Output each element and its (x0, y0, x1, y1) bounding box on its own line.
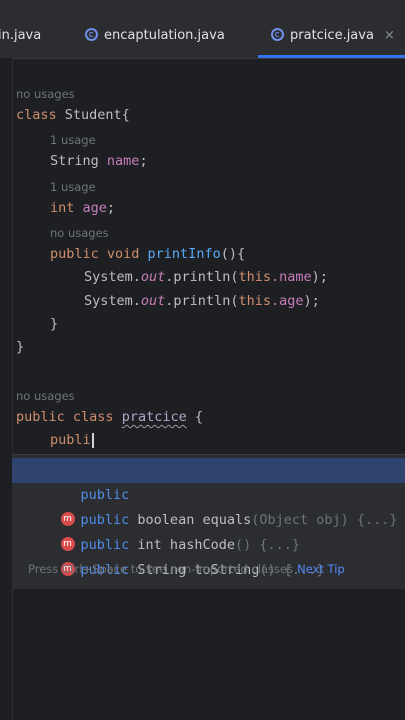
code-line: System.out.println(this.name); (84, 269, 328, 285)
static-field: out (140, 293, 166, 309)
usage-hint: no usages (16, 87, 75, 101)
class-ref: System. (84, 293, 141, 309)
field-ref: .name (270, 269, 312, 285)
punct: ); (311, 269, 328, 285)
class-name: Student{ (64, 107, 130, 123)
usage-hint: no usages (50, 226, 109, 240)
keyword: public void (50, 246, 140, 262)
editor-gutter (0, 58, 13, 720)
code-completion-popup: public m public boolean equals(Object obj… (12, 454, 405, 589)
keyword: this (238, 269, 271, 285)
code-line: String name; (50, 153, 148, 169)
field-name: name (106, 153, 140, 169)
completion-footer: Press Ctrl+Space to see non-imported cla… (28, 562, 345, 576)
keyword: this (238, 293, 271, 309)
field-age: age (82, 200, 107, 216)
usage-hint: 1 usage (50, 180, 96, 194)
keyword: int (50, 200, 75, 216)
class-ref: System. (84, 269, 141, 285)
static-field: out (140, 269, 166, 285)
method-call: .println( (165, 293, 239, 309)
punct: ; (139, 153, 148, 169)
type: String (50, 153, 99, 169)
typed-text: publi (50, 432, 91, 448)
code-line: class Student{ (16, 107, 130, 123)
punct: ); (303, 293, 320, 309)
punct: { (194, 409, 203, 425)
code-line-current[interactable]: publi (50, 432, 94, 448)
punct: ; (106, 200, 116, 216)
code-line: public void printInfo(){ (50, 246, 245, 262)
java-class-icon (85, 28, 98, 41)
method-name: printInfo (147, 246, 221, 262)
completion-item[interactable]: m public String toString() {...} (12, 533, 405, 578)
usage-hint: 1 usage (50, 133, 96, 147)
field-ref: .age (270, 293, 304, 309)
code-line: System.out.println(this.age); (84, 293, 320, 309)
close-icon[interactable]: × (384, 28, 395, 43)
completion-item-selected[interactable]: public (12, 458, 405, 503)
keyword: class (16, 107, 57, 123)
tab-pratcice-java[interactable]: pratcice.java × (271, 22, 395, 58)
text-cursor (91, 432, 94, 448)
java-class-icon (271, 28, 284, 41)
keyword: public class (16, 409, 114, 425)
code-line: } (16, 339, 25, 355)
tab-main-java[interactable]: in.java (0, 22, 41, 58)
tab-label: in.java (0, 28, 42, 43)
tab-label: encaptulation.java (104, 28, 225, 43)
punct: (){ (220, 246, 246, 262)
code-line: public class pratcice { (16, 409, 203, 425)
completion-item[interactable]: m public boolean equals(Object obj) {...} (12, 483, 405, 528)
class-name: pratcice (121, 409, 187, 425)
completion-item[interactable]: m public int hashCode() {...} (12, 508, 405, 553)
tab-label: pratcice.java (290, 28, 374, 43)
active-tab-indicator (258, 55, 405, 58)
code-line: int age; (50, 200, 115, 216)
tab-encaptulation-java[interactable]: encaptulation.java (85, 22, 225, 58)
method-call: .println( (165, 269, 239, 285)
editor-tab-bar: in.java encaptulation.java pratcice.java… (0, 0, 405, 59)
usage-hint: no usages (16, 389, 75, 403)
next-tip-link[interactable]: Next Tip (297, 562, 345, 576)
completion-hint-text: Press Ctrl+Space to see non-imported cla… (28, 562, 294, 576)
code-line: } (50, 316, 59, 332)
